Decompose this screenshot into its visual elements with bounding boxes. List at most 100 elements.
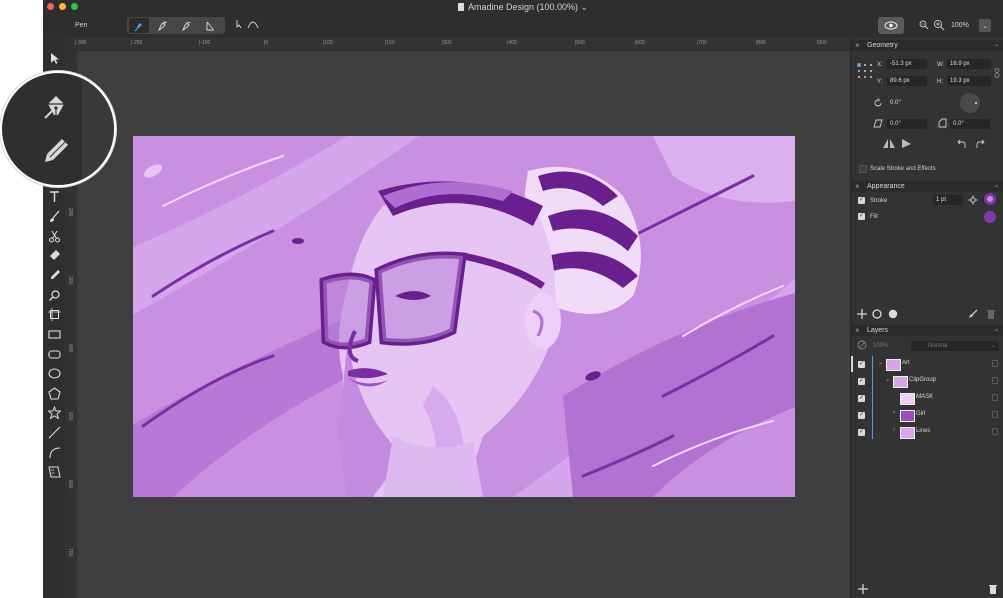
rotate-icon [874,98,882,107]
stroke-color-swatch[interactable] [984,193,996,205]
reference-point-icon[interactable] [857,63,873,79]
add-stroke-icon[interactable] [872,309,882,319]
lock-icon[interactable] [992,411,998,418]
select-arrow-icon[interactable] [48,52,61,65]
preview-toggle-button[interactable] [878,17,904,34]
layer-row-art[interactable]: ✓ ⌄ Art [851,356,1003,372]
polygon-icon[interactable] [48,387,61,400]
text-icon[interactable] [48,190,61,203]
pencil-icon[interactable] [42,136,70,164]
chevron-down-icon[interactable]: ⌄ [878,359,883,366]
layer-visibility-checkbox[interactable]: ✓ [858,429,865,436]
lock-icon[interactable] [992,394,998,401]
appearance-header[interactable]: × Appearance ⌄ [851,181,1003,192]
ellipse-icon[interactable] [48,367,61,380]
scissors-icon[interactable] [48,230,61,243]
close-icon[interactable]: × [855,326,860,335]
ruler-tick-label: 700 [67,548,73,557]
line-icon[interactable] [48,426,61,439]
direct-select-icon[interactable] [235,19,245,29]
ruler-icon[interactable] [48,465,61,478]
scale-stroke-checkbox[interactable] [859,165,867,173]
pen-icon[interactable] [42,93,70,121]
pen-mode-button[interactable] [129,18,149,33]
lock-icon[interactable] [992,360,998,367]
zoom-dropdown[interactable]: ⌄ [979,19,991,32]
convert-anchor-button[interactable] [200,18,220,33]
shear-field[interactable]: 0.0° [887,119,927,129]
chevron-right-icon[interactable]: › [893,427,895,433]
layer-visibility-checkbox[interactable]: ✓ [858,412,865,419]
scale-stroke-label: Scale Stroke and Effects [870,166,936,172]
rotate-cw-icon[interactable] [976,138,987,149]
ruler-tick-label: 300 [67,276,73,285]
geometry-header[interactable]: × Geometry ⌄ [851,40,1003,51]
trash-icon[interactable] [987,309,995,319]
w-field[interactable]: 16.9 px [947,59,991,69]
lock-icon[interactable] [992,428,998,435]
link-icon[interactable] [994,68,1000,78]
window-title: Amadine Design (100.00%) ⌄ [43,2,1003,13]
rounded-rectangle-icon[interactable] [48,348,61,361]
eyedropper-icon[interactable] [48,269,61,282]
add-fill-icon[interactable] [888,309,898,319]
flip-horizontal-icon[interactable] [882,138,896,149]
y-field[interactable]: 89.6 px [887,76,927,86]
opacity-field[interactable]: 100% [870,341,902,351]
brush-icon[interactable] [48,210,61,223]
x-field[interactable]: -51.3 px [887,59,927,69]
fill-checkbox[interactable]: ✓ [858,213,865,220]
pen-remove-icon [181,21,191,31]
artboard-icon[interactable] [48,308,61,321]
active-tool-name: Pen [75,22,88,29]
add-icon[interactable] [857,309,867,319]
chevron-down-icon[interactable]: ⌄ [885,376,890,383]
stroke-checkbox[interactable]: ✓ [858,197,865,204]
fill-color-swatch[interactable] [984,211,996,223]
pen-remove-button[interactable] [176,18,196,33]
layer-visibility-checkbox[interactable]: ✓ [858,361,865,368]
layer-row-clipgroup[interactable]: ✓ ⌄ ClipGroup [851,373,1003,389]
gear-icon[interactable] [968,195,978,205]
zoom-icon[interactable] [48,289,61,302]
flip-vertical-icon[interactable] [901,138,912,149]
zoom-in-icon[interactable] [933,19,945,31]
y-label: Y: [877,79,883,85]
zoom-out-icon[interactable] [919,20,929,30]
arc-icon[interactable] [48,446,61,459]
h-field[interactable]: 19.3 px [947,76,991,86]
horizontal-ruler[interactable]: |-300 |-250 |-100 |0 |100 |150 |300 |400 |500 |60… [65,38,850,51]
chevron-down-icon[interactable]: ⌄ [994,182,999,189]
chevron-down-icon[interactable]: ⌄ [994,326,999,333]
ruler-tick-label: 600 [67,480,73,489]
chevron-right-icon[interactable]: › [893,410,895,416]
layer-visibility-checkbox[interactable]: ✓ [858,395,865,402]
layer-row-girl[interactable]: ✓ › Girl [851,407,1003,423]
corner-field[interactable]: 0.0° [950,119,990,129]
blend-mode-select[interactable]: Normal ⌄ [911,341,999,351]
artwork-illustration[interactable] [133,136,795,497]
chevron-down-icon[interactable]: ⌄ [994,41,999,48]
rotate-ccw-icon[interactable] [955,138,966,149]
close-icon[interactable]: × [855,182,860,191]
add-layer-icon[interactable] [858,584,868,594]
rotation-dial[interactable] [960,93,980,113]
star-icon[interactable] [47,405,62,420]
layer-row-mask[interactable]: ✓ MASK [851,390,1003,406]
clear-appearance-icon[interactable] [968,309,978,319]
chevron-down-icon: ⌄ [990,343,996,349]
pen-add-button[interactable] [152,18,172,33]
rotation-field[interactable]: 0.0° [887,98,923,108]
zoom-level: 100% [951,22,969,29]
layer-visibility-checkbox[interactable]: ✓ [858,378,865,385]
lock-icon[interactable] [992,377,998,384]
delete-layer-icon[interactable] [989,584,997,594]
curve-icon[interactable] [247,19,259,29]
layer-row-lines[interactable]: ✓ › Lines [851,424,1003,440]
eraser-icon[interactable] [48,249,61,262]
stroke-width-field[interactable]: 1 pt [933,195,963,205]
layers-header[interactable]: × Layers ⌄ [851,325,1003,336]
rectangle-icon[interactable] [48,328,61,341]
close-icon[interactable]: × [855,41,860,50]
ruler-tick-label: |600 [635,40,645,46]
